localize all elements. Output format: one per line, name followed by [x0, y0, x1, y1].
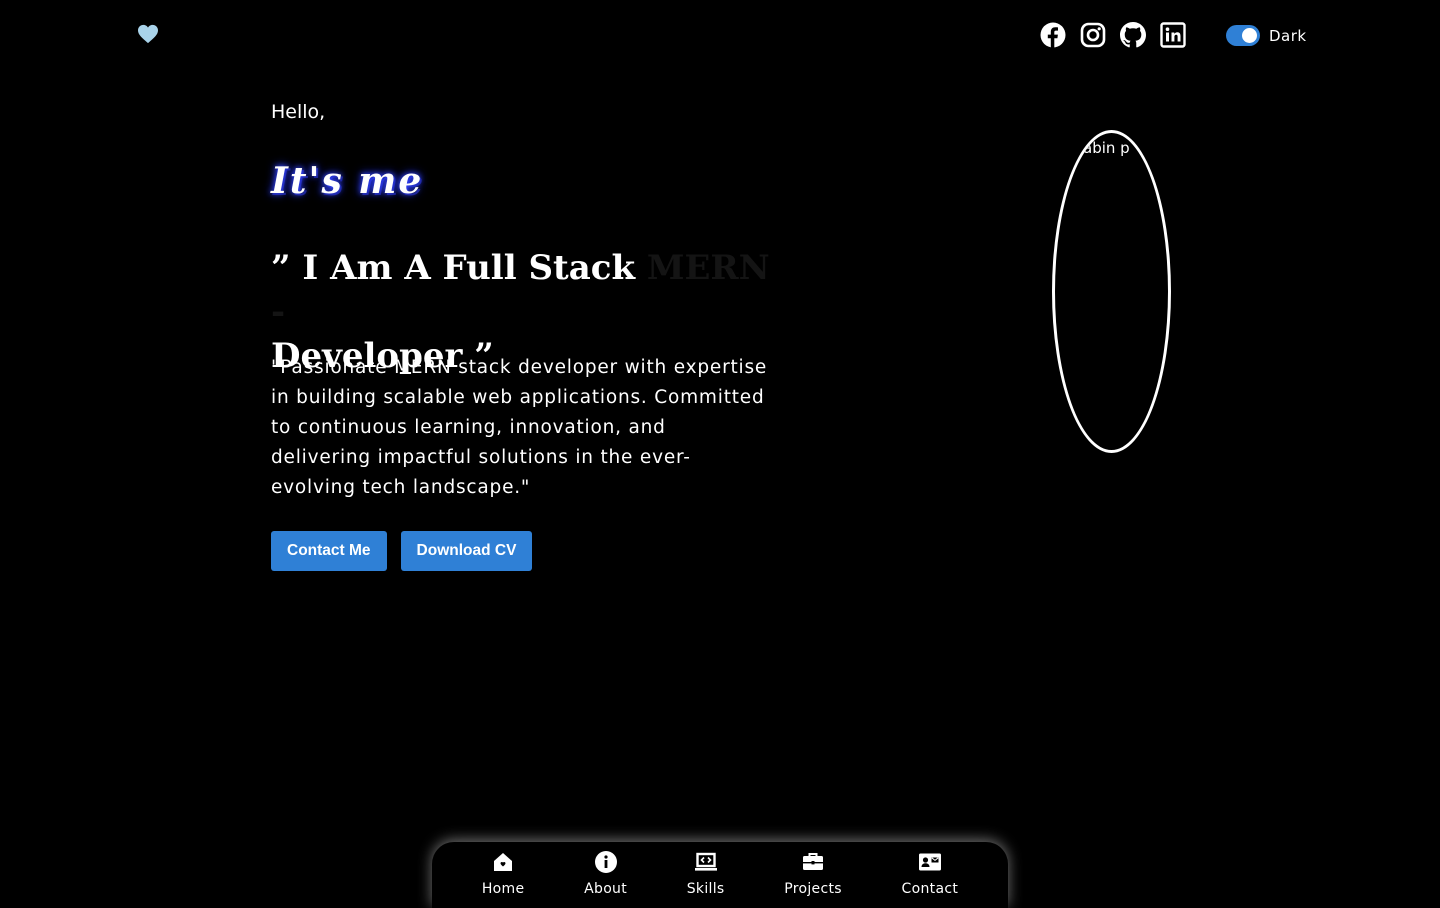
download-cv-button[interactable]: Download CV	[400, 531, 533, 571]
hero-description: "Passionate MERN stack developer with ex…	[271, 357, 768, 498]
nav-label-contact: Contact	[901, 881, 959, 897]
linkedin-icon[interactable]	[1160, 22, 1186, 48]
theme-switch[interactable]	[1226, 25, 1260, 46]
nav-label-about: About	[584, 881, 628, 897]
home-icon	[494, 853, 513, 871]
hero-buttons: Contact Me Download CV	[271, 531, 533, 571]
github-icon[interactable]	[1120, 22, 1146, 48]
switch-knob	[1242, 28, 1257, 43]
contact-card-icon	[918, 853, 941, 871]
nav-item-projects[interactable]: Projects	[784, 842, 842, 908]
instagram-icon[interactable]	[1080, 22, 1106, 48]
contact-me-button[interactable]: Contact Me	[271, 531, 387, 571]
nav-label-home: Home	[481, 881, 525, 897]
headline-start: ” I Am A Full Stack	[271, 248, 647, 288]
bottom-nav: Home About Skills Projects Contact	[432, 842, 1008, 908]
facebook-icon[interactable]	[1040, 22, 1066, 48]
theme-toggle[interactable]: Dark	[1226, 25, 1307, 46]
laptop-code-icon	[694, 852, 717, 871]
nav-item-about[interactable]: About	[584, 842, 627, 908]
info-icon	[594, 851, 617, 873]
nav-label-projects: Projects	[784, 881, 842, 897]
nav-item-skills[interactable]: Skills	[687, 842, 725, 908]
theme-label: Dark	[1269, 26, 1307, 45]
greeting-text: Hello,	[271, 101, 326, 123]
social-links	[1040, 22, 1186, 48]
nav-item-home[interactable]: Home	[482, 842, 525, 908]
hero-section: Hello, It's me ” I Am A Full Stack MERN …	[271, 98, 771, 571]
briefcase-icon	[803, 853, 824, 870]
profile-image: abin p	[1052, 130, 1171, 453]
profile-image-alt-text: abin p	[1083, 139, 1130, 157]
heart-logo-icon[interactable]	[137, 24, 159, 44]
intro-text: It's me	[271, 160, 424, 202]
nav-item-contact[interactable]: Contact	[902, 842, 959, 908]
nav-label-skills: Skills	[686, 881, 725, 897]
